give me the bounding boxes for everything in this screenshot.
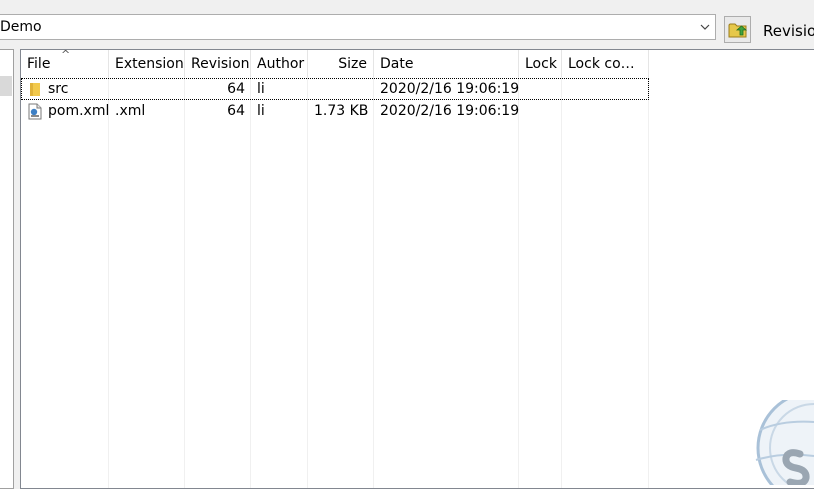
url-combobox[interactable]: Demo: [0, 14, 716, 40]
sort-ascending-icon: ^: [61, 50, 70, 61]
file-lock: [519, 100, 562, 122]
file-author: li: [251, 100, 308, 122]
file-size: 1.73 KB: [308, 100, 374, 122]
file-revision: 64: [185, 78, 251, 100]
file-list[interactable]: ^ File Extension Revision Author Size Da…: [20, 49, 814, 489]
folder-tree-pane[interactable]: [0, 49, 14, 489]
parent-folder-button[interactable]: [724, 16, 751, 43]
file-extension: .xml: [109, 100, 185, 122]
file-lock: [519, 78, 562, 100]
column-header-lock[interactable]: Lock: [519, 50, 562, 77]
column-header-lock-comment[interactable]: Lock co…: [562, 50, 649, 77]
tree-selected-item[interactable]: [0, 76, 12, 96]
file-date: 2020/2/16 19:06:19: [374, 78, 519, 100]
file-lock-comment: [562, 100, 649, 122]
file-name: pom.xml: [42, 100, 109, 122]
chevron-down-icon[interactable]: [696, 16, 714, 38]
folder-icon: [29, 81, 41, 97]
column-header-extension[interactable]: Extension: [109, 50, 185, 77]
revision-label: Revisio: [763, 22, 814, 40]
column-header-size[interactable]: Size: [308, 50, 374, 77]
table-row[interactable]: pom.xml .xml 64 li 1.73 KB 2020/2/16 19:…: [21, 100, 649, 122]
column-header-author[interactable]: Author: [251, 50, 308, 77]
column-header-revision[interactable]: Revision: [185, 50, 251, 77]
file-name: src: [42, 78, 109, 100]
url-path-text: Demo: [0, 19, 42, 35]
file-date: 2020/2/16 19:06:19: [374, 100, 519, 122]
file-lock-comment: [562, 78, 649, 100]
file-extension: [109, 78, 185, 100]
subversion-logo-watermark: [752, 400, 814, 485]
list-header: ^ File Extension Revision Author Size Da…: [21, 50, 814, 77]
file-author: li: [251, 78, 308, 100]
file-revision: 64: [185, 100, 251, 122]
folder-up-icon: [728, 21, 748, 39]
column-header-file[interactable]: ^ File: [21, 50, 109, 77]
column-header-date[interactable]: Date: [374, 50, 519, 77]
table-row[interactable]: src 64 li 2020/2/16 19:06:19: [21, 78, 649, 100]
xml-file-icon: [27, 103, 43, 120]
file-size: [308, 78, 374, 100]
